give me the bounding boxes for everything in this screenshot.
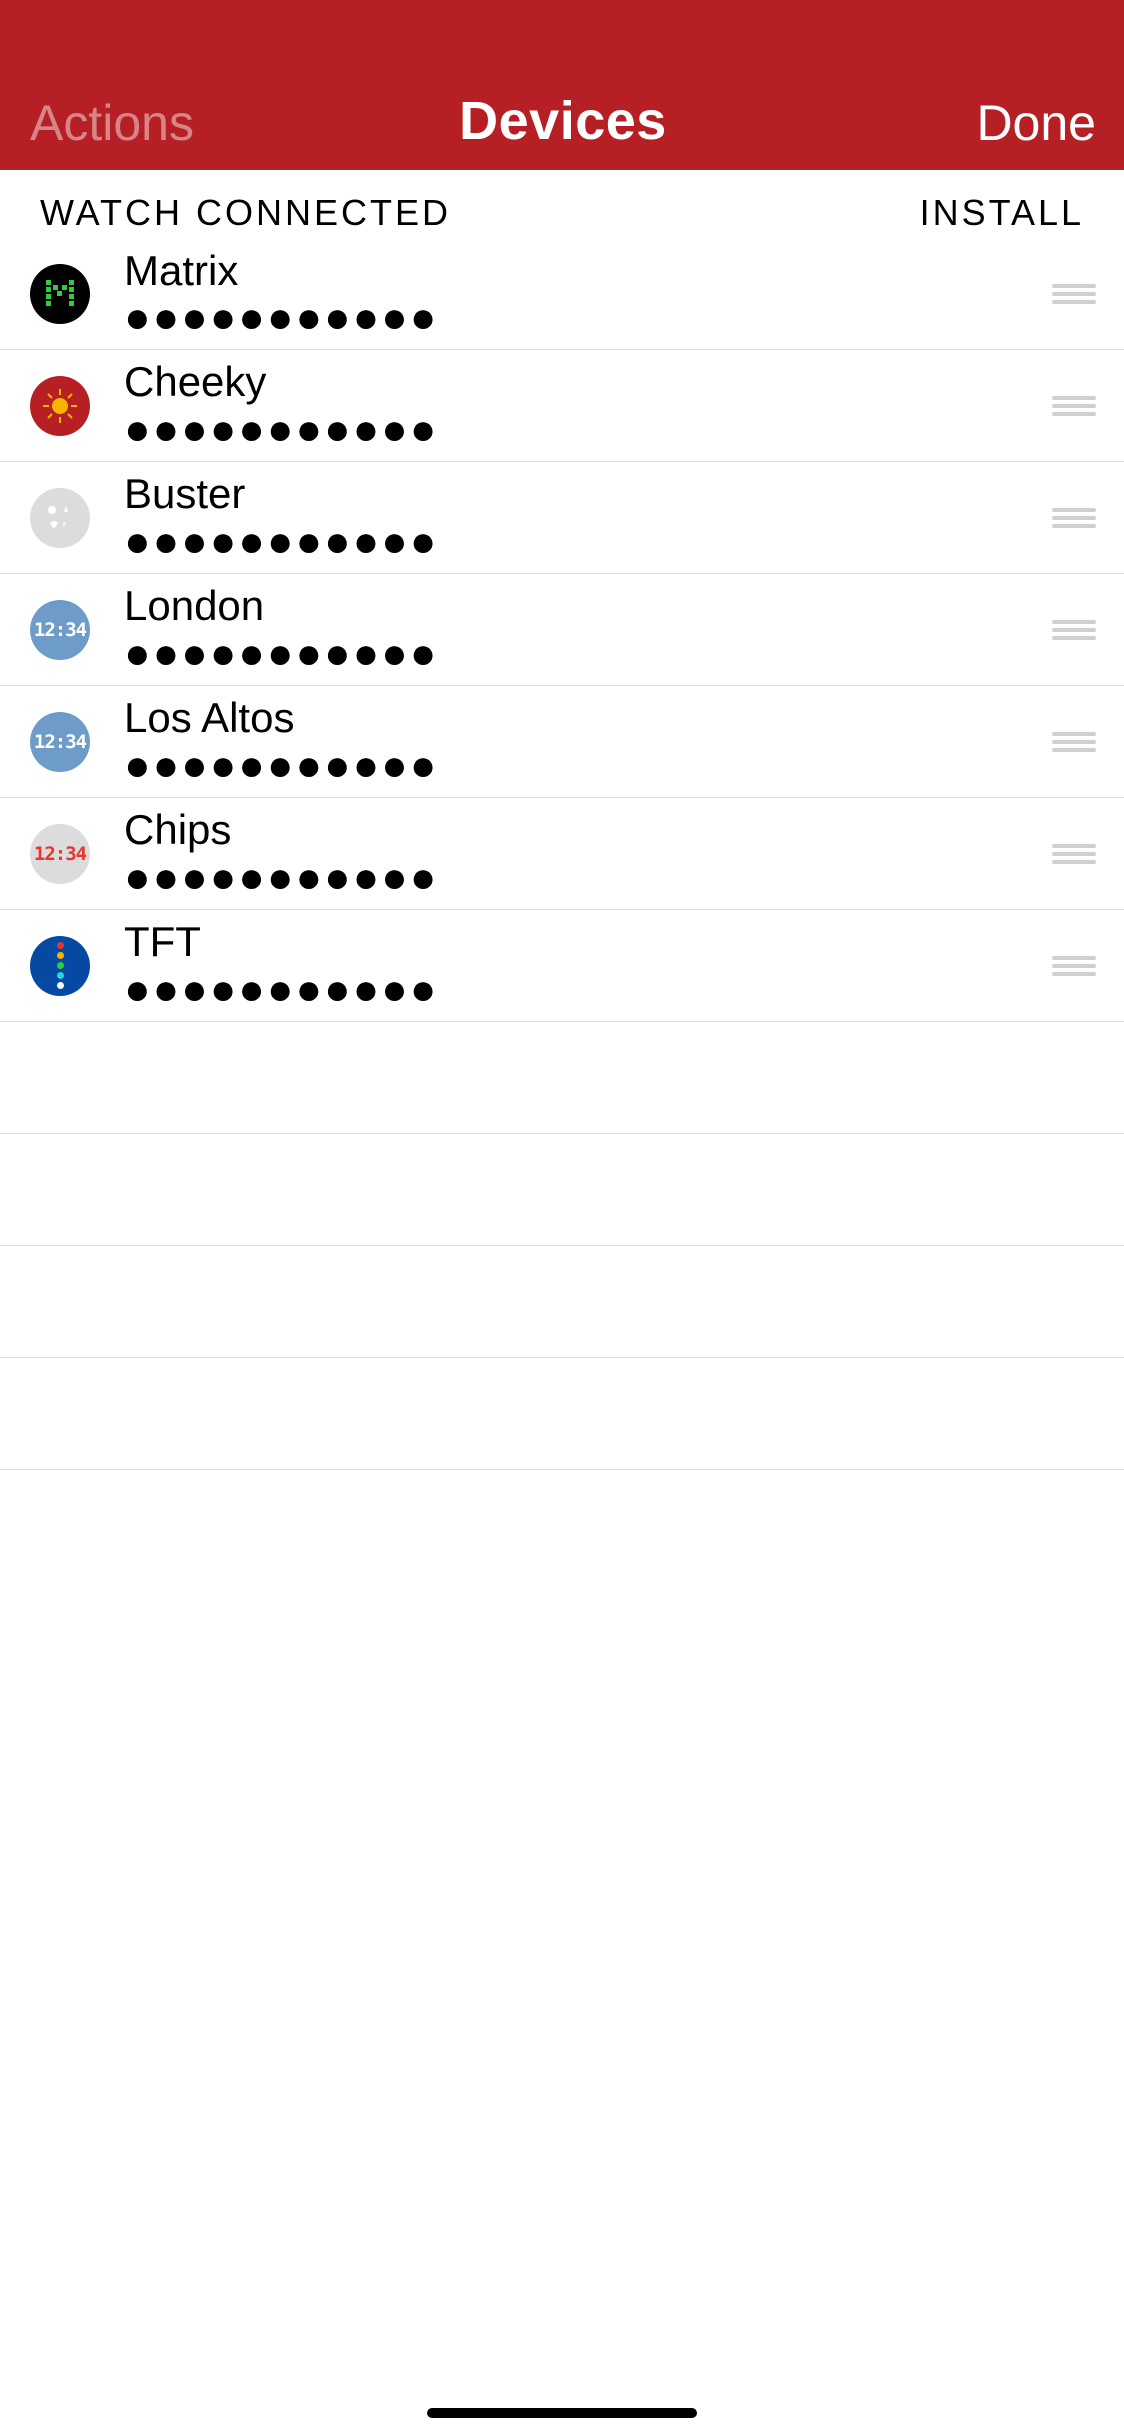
list-item-text: London ●●●●●●●●●●● <box>90 583 1052 675</box>
list-item[interactable]: * Buster ●●●●●●●●●●● <box>0 462 1124 574</box>
clock-gray-icon: 12:34 <box>30 824 90 884</box>
empty-row <box>0 1246 1124 1358</box>
list-item[interactable]: 12:34 Chips ●●●●●●●●●●● <box>0 798 1124 910</box>
list-item-text: TFT ●●●●●●●●●●● <box>90 919 1052 1011</box>
drag-handle-icon[interactable] <box>1052 956 1096 976</box>
sun-icon <box>30 376 90 436</box>
drag-handle-icon[interactable] <box>1052 732 1096 752</box>
drag-handle-icon[interactable] <box>1052 508 1096 528</box>
list-item-title: Chips <box>124 807 1052 853</box>
empty-row <box>0 1134 1124 1246</box>
done-button[interactable]: Done <box>876 94 1096 152</box>
svg-text:*: * <box>62 519 67 533</box>
color-swatch-dots: ●●●●●●●●●●● <box>124 632 1052 676</box>
color-swatch-dots: ●●●●●●●●●●● <box>124 856 1052 900</box>
drag-handle-icon[interactable] <box>1052 396 1096 416</box>
list-item-title: TFT <box>124 919 1052 965</box>
clock-blue-icon: 12:34 <box>30 712 90 772</box>
color-swatch-dots: ●●●●●●●●●●● <box>124 968 1052 1012</box>
list-item-text: Buster ●●●●●●●●●●● <box>90 471 1052 563</box>
actions-button[interactable]: Actions <box>30 94 250 152</box>
color-swatch-dots: ●●●●●●●●●●● <box>124 744 1052 788</box>
list-item-text: Matrix ●●●●●●●●●●● <box>90 248 1052 340</box>
clock-time-label: 12:34 <box>34 619 86 641</box>
drag-handle-icon[interactable] <box>1052 620 1096 640</box>
clock-time-label: 12:34 <box>34 843 86 865</box>
list-item-text: Cheeky ●●●●●●●●●●● <box>90 359 1052 451</box>
list-item-text: Los Altos ●●●●●●●●●●● <box>90 695 1052 787</box>
drag-handle-icon[interactable] <box>1052 844 1096 864</box>
navigation-bar: Actions Devices Done <box>0 0 1124 170</box>
color-swatch-dots: ●●●●●●●●●●● <box>124 408 1052 452</box>
page-title: Devices <box>459 90 667 152</box>
list-item[interactable]: Matrix ●●●●●●●●●●● <box>0 238 1124 350</box>
drag-handle-icon[interactable] <box>1052 284 1096 304</box>
list-item[interactable]: 12:34 London ●●●●●●●●●●● <box>0 574 1124 686</box>
list-item[interactable]: TFT ●●●●●●●●●●● <box>0 910 1124 1022</box>
list-item-title: Cheeky <box>124 359 1052 405</box>
color-swatch-dots: ●●●●●●●●●●● <box>124 296 1052 340</box>
color-swatch-dots: ●●●●●●●●●●● <box>124 520 1052 564</box>
list-item-title: Matrix <box>124 248 1052 294</box>
section-header-right[interactable]: INSTALL <box>920 192 1084 234</box>
list-item[interactable]: Cheeky ●●●●●●●●●●● <box>0 350 1124 462</box>
section-header: WATCH CONNECTED INSTALL <box>0 170 1124 234</box>
list-item-title: Los Altos <box>124 695 1052 741</box>
clock-time-label: 12:34 <box>34 731 86 753</box>
list-item[interactable]: 12:34 Los Altos ●●●●●●●●●●● <box>0 686 1124 798</box>
list-item-title: Buster <box>124 471 1052 517</box>
home-indicator[interactable] <box>427 2408 697 2418</box>
empty-row <box>0 1022 1124 1134</box>
matrix-icon <box>30 264 90 324</box>
list-item-text: Chips ●●●●●●●●●●● <box>90 807 1052 899</box>
section-header-left: WATCH CONNECTED <box>40 192 451 234</box>
empty-row <box>0 1358 1124 1470</box>
watch-faces-list: Matrix ●●●●●●●●●●● Cheeky ●●●●●●●●●●● <box>0 238 1124 1470</box>
clock-blue-icon: 12:34 <box>30 600 90 660</box>
weather-icon: * <box>30 488 90 548</box>
traffic-light-icon <box>30 936 90 996</box>
list-item-title: London <box>124 583 1052 629</box>
